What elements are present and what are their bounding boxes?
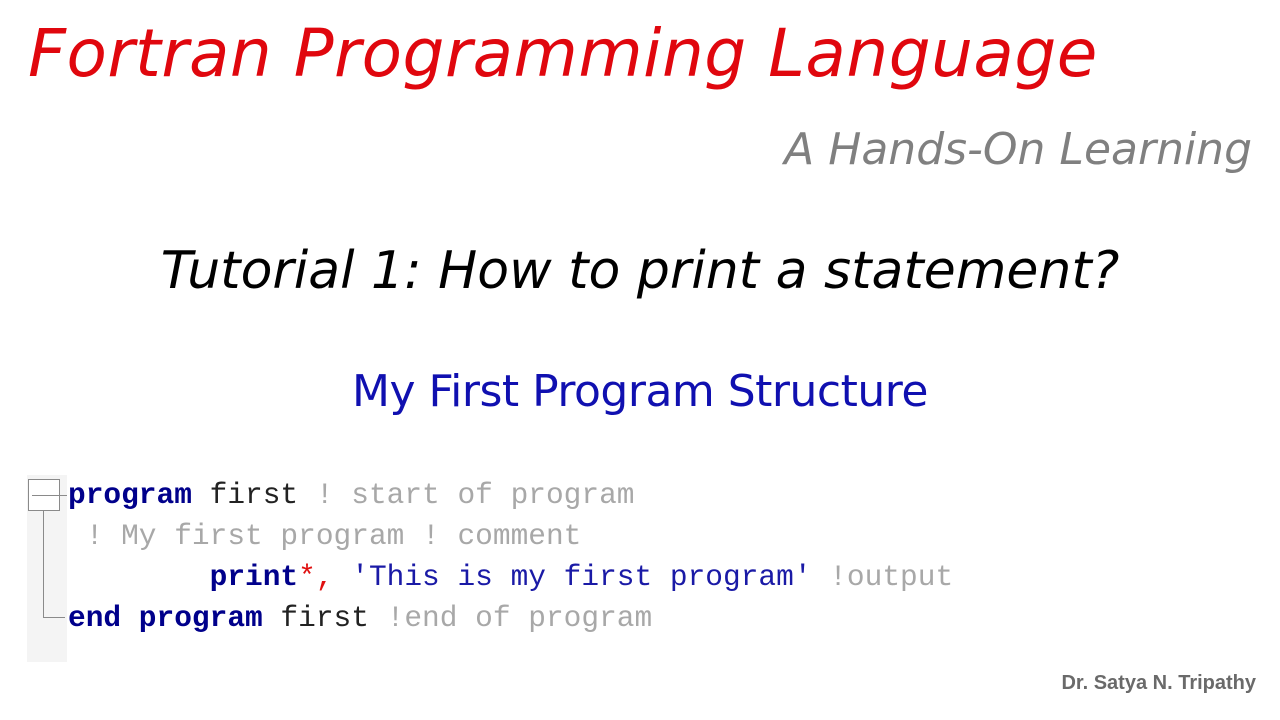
code-token-comment: !output: [811, 560, 954, 594]
code-token-comment: ! My first program ! comment: [68, 519, 582, 553]
code-line: end program first !end of program: [68, 598, 953, 639]
code-token-identifier: first: [191, 478, 299, 512]
code-line: program first ! start of program: [68, 475, 953, 516]
fold-end-marker: [43, 617, 65, 618]
code-token-string: 'This is my first program': [333, 560, 812, 594]
fold-collapse-minus-icon[interactable]: [28, 479, 67, 511]
code-token-identifier: first: [262, 601, 369, 635]
code-token-comment: !end of program: [368, 601, 653, 635]
code-line: ! My first program ! comment: [68, 516, 953, 557]
code-token-operator: *,: [298, 560, 334, 594]
code-line: print*, 'This is my first program' !outp…: [68, 557, 954, 598]
slide-title: Fortran Programming Language: [28, 15, 1098, 92]
author-credit: Dr. Satya N. Tripathy: [1061, 672, 1256, 694]
code-token-keyword: program: [68, 478, 192, 512]
section-heading: My First Program Structure: [352, 366, 928, 417]
code-token-keyword: print: [209, 560, 299, 594]
code-token-keyword: end program: [68, 601, 263, 635]
fold-guide-line: [43, 511, 44, 618]
code-block: program first ! start of program ! My fi…: [68, 475, 953, 639]
code-token-identifier: [68, 560, 210, 594]
slide-subtitle: A Hands-On Learning: [784, 124, 1252, 175]
code-token-comment: ! start of program: [298, 478, 635, 512]
tutorial-heading: Tutorial 1: How to print a statement?: [160, 241, 1120, 301]
